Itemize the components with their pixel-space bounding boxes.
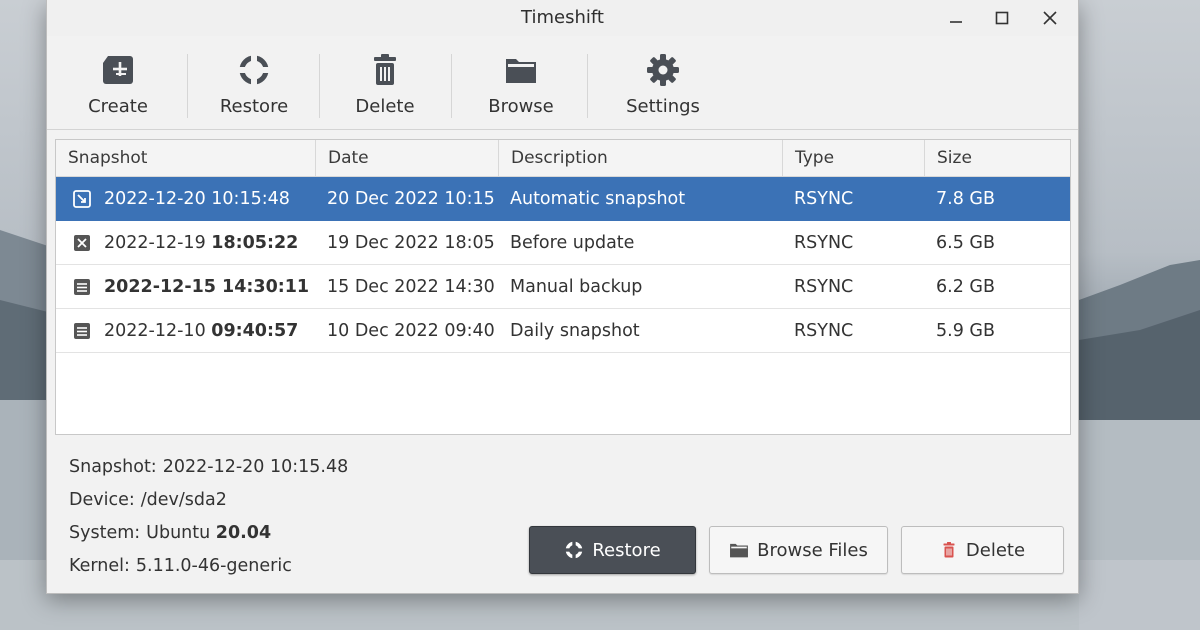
browse-files-button-label: Browse Files	[757, 539, 868, 561]
restore-button-label: Restore	[592, 539, 661, 561]
toolbar-delete-label: Delete	[355, 96, 415, 117]
detail-snapshot-label: Snapshot:	[69, 457, 157, 477]
snapshot-description: Before update	[510, 233, 635, 253]
snapshot-icon	[74, 235, 90, 251]
folder-icon	[506, 59, 536, 83]
snapshot-type: RSYNC	[794, 321, 854, 341]
snapshot-size: 7.8 GB	[936, 189, 995, 209]
create-snapshot-icon	[103, 56, 133, 84]
snapshot-date: 19 Dec 2022 18:05	[327, 233, 495, 253]
snapshot-type: RSYNC	[794, 277, 854, 297]
detail-device-label: Device:	[69, 490, 135, 510]
snapshot-date: 15 Dec 2022 14:30	[327, 277, 495, 297]
toolbar-create-button[interactable]: Create	[83, 36, 153, 130]
table-header: Snapshot Date Description Type Size	[56, 140, 1070, 177]
detail-snapshot: Snapshot: 2022-12-20 10:15.48	[69, 457, 348, 477]
toolbar-browse-button[interactable]: Browse	[485, 36, 557, 130]
trash-icon	[374, 54, 396, 85]
delete-button-label: Delete	[965, 539, 1026, 561]
snapshot-date: 10 Dec 2022 09:40	[327, 321, 495, 341]
toolbar-separator	[451, 54, 452, 118]
snapshot-table: Snapshot Date Description Type Size 2022…	[55, 139, 1071, 435]
gear-icon	[647, 54, 679, 86]
column-header-date[interactable]: Date	[316, 140, 499, 177]
toolbar-restore-button[interactable]: Restore	[217, 36, 291, 130]
snapshot-name: 2022-12-20 10:15:48	[104, 189, 290, 209]
restore-icon	[238, 54, 270, 86]
toolbar-delete-button[interactable]: Delete	[351, 36, 419, 130]
column-header-size[interactable]: Size	[925, 140, 1072, 177]
toolbar-create-label: Create	[88, 96, 148, 117]
table-row[interactable]: 2022-12-20 10:15:48 20 Dec 2022 10:15 Au…	[56, 177, 1070, 221]
browse-files-button[interactable]: Browse Files	[709, 526, 888, 574]
snapshot-description: Daily snapshot	[510, 321, 640, 341]
window-title: Timeshift	[521, 7, 604, 28]
snapshot-date: 20 Dec 2022 10:15	[327, 189, 495, 209]
toolbar-browse-label: Browse	[488, 96, 554, 117]
snapshot-size: 6.5 GB	[936, 233, 995, 253]
toolbar-settings-button[interactable]: Settings	[623, 36, 703, 130]
title-bar: Timeshift	[47, 0, 1078, 36]
detail-system-name: Ubuntu	[146, 523, 211, 543]
snapshot-icon	[74, 323, 90, 339]
toolbar-separator	[587, 54, 588, 118]
detail-snapshot-value: 2022-12-20 10:15.48	[162, 457, 349, 477]
snapshot-icon	[74, 279, 90, 295]
maximize-button[interactable]	[988, 4, 1016, 32]
snapshot-type: RSYNC	[794, 233, 854, 253]
detail-kernel-label: Kernel:	[69, 556, 130, 576]
restore-icon	[565, 541, 584, 559]
column-header-description[interactable]: Description	[499, 140, 783, 177]
detail-kernel-value: 5.11.0-46-generic	[135, 556, 292, 576]
detail-system-label: System:	[69, 523, 141, 543]
minimize-icon	[950, 21, 962, 23]
detail-system: System: Ubuntu 20.04	[69, 523, 271, 543]
snapshot-name: 2022-12-15 14:30:11	[104, 277, 310, 297]
column-header-snapshot[interactable]: Snapshot	[56, 140, 316, 177]
snapshot-description: Manual backup	[510, 277, 643, 297]
snapshot-type: RSYNC	[794, 189, 854, 209]
folder-icon	[730, 543, 748, 558]
detail-system-version: 20.04	[215, 523, 272, 543]
column-header-type[interactable]: Type	[783, 140, 925, 177]
minimize-button[interactable]	[942, 4, 970, 32]
detail-device-value: /dev/sda2	[140, 490, 227, 510]
snapshot-icon	[73, 190, 91, 208]
maximize-icon	[995, 11, 1009, 25]
snapshot-size: 5.9 GB	[936, 321, 995, 341]
toolbar-settings-label: Settings	[626, 96, 700, 117]
snapshot-name: 2022-12-10 09:40:57	[104, 321, 299, 341]
close-button[interactable]	[1036, 4, 1064, 32]
toolbar: Create Restore Delete Browse Settings	[47, 36, 1078, 130]
table-row[interactable]: 2022-12-15 14:30:11 15 Dec 2022 14:30 Ma…	[56, 265, 1070, 309]
timeshift-window: Timeshift Create Restore Delete Browse S…	[46, 0, 1079, 594]
delete-button[interactable]: Delete	[901, 526, 1064, 574]
toolbar-separator	[319, 54, 320, 118]
snapshot-name: 2022-12-19 18:05:22	[104, 233, 299, 253]
snapshot-description: Automatic snapshot	[510, 189, 686, 209]
detail-kernel: Kernel: 5.11.0-46-generic	[69, 556, 292, 576]
trash-icon	[943, 542, 955, 558]
table-row[interactable]: 2022-12-10 09:40:57 10 Dec 2022 09:40 Da…	[56, 309, 1070, 353]
snapshot-size: 6.2 GB	[936, 277, 995, 297]
toolbar-separator	[187, 54, 188, 118]
detail-device: Device:/dev/sda2	[69, 490, 227, 510]
toolbar-restore-label: Restore	[219, 96, 289, 117]
close-icon	[1043, 11, 1057, 25]
table-row[interactable]: 2022-12-19 18:05:22 19 Dec 2022 18:05 Be…	[56, 221, 1070, 265]
restore-button[interactable]: Restore	[529, 526, 696, 574]
